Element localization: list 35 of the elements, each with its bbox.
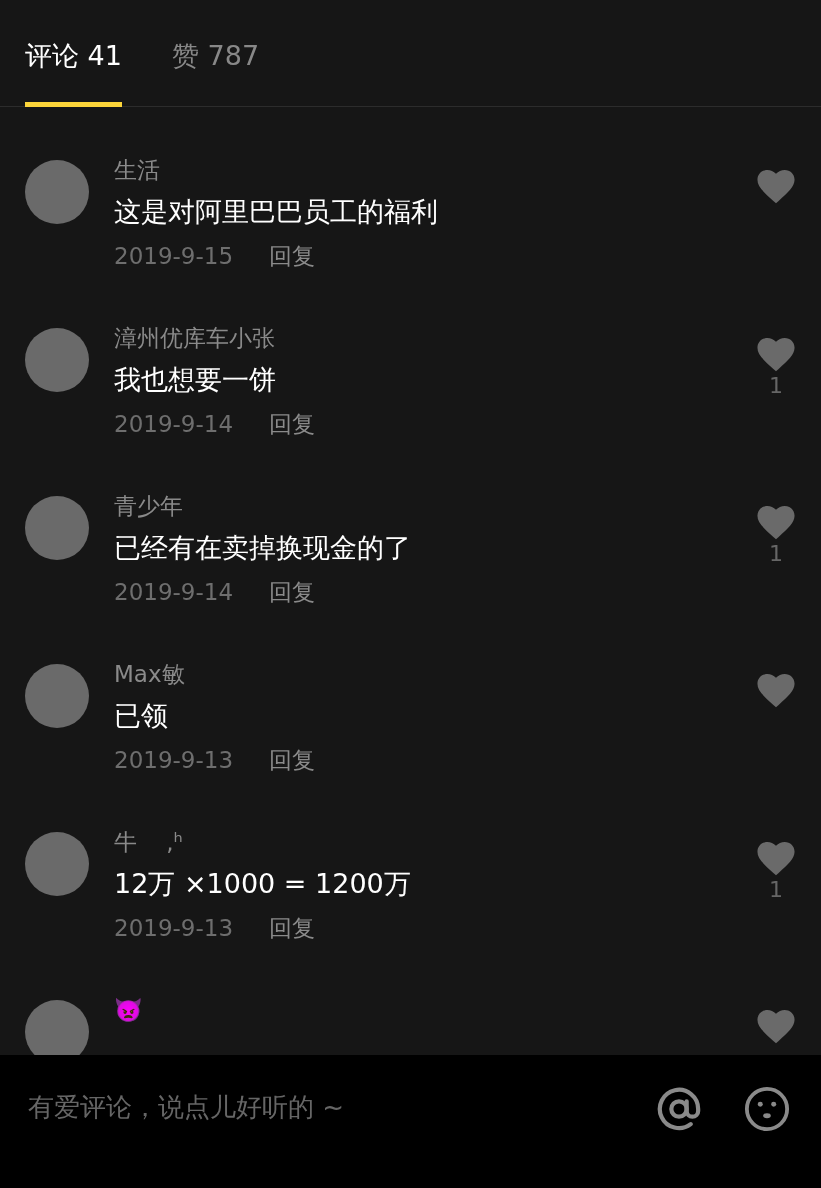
like-count: 1 — [769, 372, 783, 400]
heart-icon[interactable] — [757, 842, 795, 876]
heart-icon[interactable] — [757, 1010, 795, 1044]
reply-button[interactable]: 回复 — [269, 912, 316, 944]
emoji-icon[interactable] — [743, 1085, 791, 1133]
heart-icon[interactable] — [757, 506, 795, 540]
comment-date: 2019-9-15 — [114, 242, 234, 271]
heart-icon[interactable] — [757, 338, 795, 372]
heart-icon[interactable] — [757, 674, 795, 708]
comment-text: 已领 — [114, 699, 168, 733]
username: 👿 — [114, 996, 143, 1025]
comment-date: 2019-9-13 — [114, 746, 234, 775]
like-count: 1 — [769, 540, 783, 568]
tab[interactable]: 赞 787 — [171, 0, 260, 107]
username: 青少年 — [114, 492, 183, 521]
reply-button[interactable]: 回复 — [269, 576, 316, 608]
comment-text: 我也想要一饼 — [114, 363, 276, 397]
avatar[interactable] — [25, 1000, 89, 1055]
comment-text: 已经有在卖掉换现金的了 — [114, 531, 411, 565]
comment-text: 这是对阿里巴巴员工的福利 — [114, 195, 438, 229]
reply-button[interactable]: 回复 — [269, 744, 316, 776]
tab[interactable]: 评论 41 — [25, 0, 122, 107]
username: Max敏 — [114, 660, 185, 689]
mention-icon[interactable] — [655, 1085, 703, 1133]
comment-text: 12万 ×1000 = 1200万 — [114, 867, 411, 901]
heart-icon[interactable] — [757, 170, 795, 204]
username: 生活 — [114, 156, 160, 185]
reply-button[interactable]: 回复 — [269, 408, 316, 440]
comment-date: 2019-9-14 — [114, 410, 234, 439]
comment-date: 2019-9-14 — [114, 578, 234, 607]
username: 牛 ,ʰ — [114, 828, 183, 857]
reply-button[interactable]: 回复 — [269, 240, 316, 272]
comment-date: 2019-9-13 — [114, 914, 234, 943]
like-count: 1 — [769, 876, 783, 904]
username: 漳州优库车小张 — [114, 324, 275, 353]
